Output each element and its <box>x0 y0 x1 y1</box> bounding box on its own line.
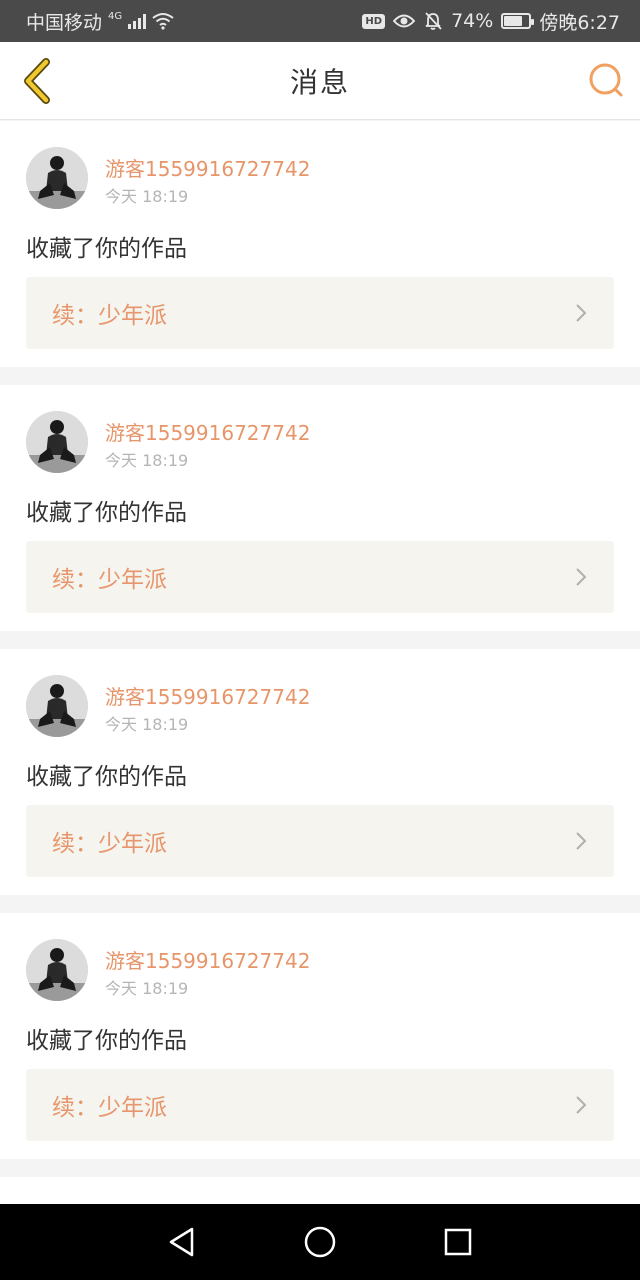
user-name[interactable]: 游客1559916727742 <box>105 945 310 974</box>
work-title: 续：少年派 <box>52 1095 167 1121</box>
eye-icon <box>393 14 416 28</box>
search-icon <box>589 63 623 97</box>
recents-square-icon <box>444 1228 472 1256</box>
user-name[interactable]: 游客1559916727742 <box>105 153 310 182</box>
message-time: 今天 18:19 <box>105 451 189 470</box>
status-right: HD 74% 傍晚6:27 <box>362 8 620 35</box>
work-link[interactable]: 续：少年派 <box>26 1069 614 1141</box>
user-name[interactable]: 游客1559916727742 <box>105 681 310 710</box>
page-title: 消息 <box>289 65 350 99</box>
message-text: 收藏了你的作品 <box>26 500 187 526</box>
clock: 傍晚6:27 <box>539 11 620 34</box>
work-link[interactable]: 续：少年派 <box>26 541 614 613</box>
system-nav-bar <box>0 1204 640 1280</box>
message-time: 今天 18:19 <box>105 715 189 734</box>
message-card: 游客1559916727742 今天 18:19 收藏了你的作品 续：少年派 <box>0 385 640 631</box>
avatar[interactable] <box>26 675 88 737</box>
hd-icon: HD <box>362 13 386 29</box>
avatar[interactable] <box>26 939 88 1001</box>
carrier-name: 中国移动 <box>26 11 103 34</box>
chevron-right-icon <box>576 568 587 586</box>
chevron-right-icon <box>576 1096 587 1114</box>
avatar[interactable] <box>26 147 88 209</box>
signal-icon <box>128 13 147 29</box>
status-bar: 中国移动 4G HD 74% 傍晚6:27 <box>0 0 640 42</box>
back-triangle-icon <box>169 1227 194 1257</box>
message-list: 游客1559916727742 今天 18:19 收藏了你的作品 续：少年派 游… <box>0 121 640 1237</box>
work-title: 续：少年派 <box>52 567 167 593</box>
user-name[interactable]: 游客1559916727742 <box>105 417 310 446</box>
message-card: 游客1559916727742 今天 18:19 收藏了你的作品 续：少年派 <box>0 121 640 367</box>
wifi-icon <box>152 13 174 30</box>
work-link[interactable]: 续：少年派 <box>26 277 614 349</box>
work-link[interactable]: 续：少年派 <box>26 805 614 877</box>
avatar-image <box>26 411 88 473</box>
work-title: 续：少年派 <box>52 831 167 857</box>
network-type: 4G <box>108 11 123 22</box>
chevron-right-icon <box>576 304 587 322</box>
battery-icon <box>501 13 535 29</box>
message-time: 今天 18:19 <box>105 979 189 998</box>
message-text: 收藏了你的作品 <box>26 1028 187 1054</box>
nav-home-button[interactable] <box>300 1222 340 1262</box>
avatar-image <box>26 147 88 209</box>
chevron-left-icon <box>24 58 50 104</box>
message-card: 游客1559916727742 今天 18:19 收藏了你的作品 续：少年派 <box>0 649 640 895</box>
nav-back-button[interactable] <box>162 1222 202 1262</box>
bell-off-icon <box>425 12 442 30</box>
battery-percent: 74% <box>451 10 494 32</box>
message-text: 收藏了你的作品 <box>26 764 187 790</box>
search-button[interactable] <box>586 60 626 100</box>
status-left: 中国移动 4G <box>26 8 362 35</box>
message-time: 今天 18:19 <box>105 187 189 206</box>
avatar-image <box>26 675 88 737</box>
work-title: 续：少年派 <box>52 303 167 329</box>
avatar[interactable] <box>26 411 88 473</box>
battery-fill <box>504 16 523 26</box>
app-header: 消息 <box>0 42 640 120</box>
chevron-right-icon <box>576 832 587 850</box>
message-card: 游客1559916727742 今天 18:19 收藏了你的作品 续：少年派 <box>0 913 640 1159</box>
avatar-image <box>26 939 88 1001</box>
back-button[interactable] <box>14 56 58 106</box>
message-text: 收藏了你的作品 <box>26 236 187 262</box>
home-circle-icon <box>304 1226 336 1258</box>
nav-recents-button[interactable] <box>438 1222 478 1262</box>
